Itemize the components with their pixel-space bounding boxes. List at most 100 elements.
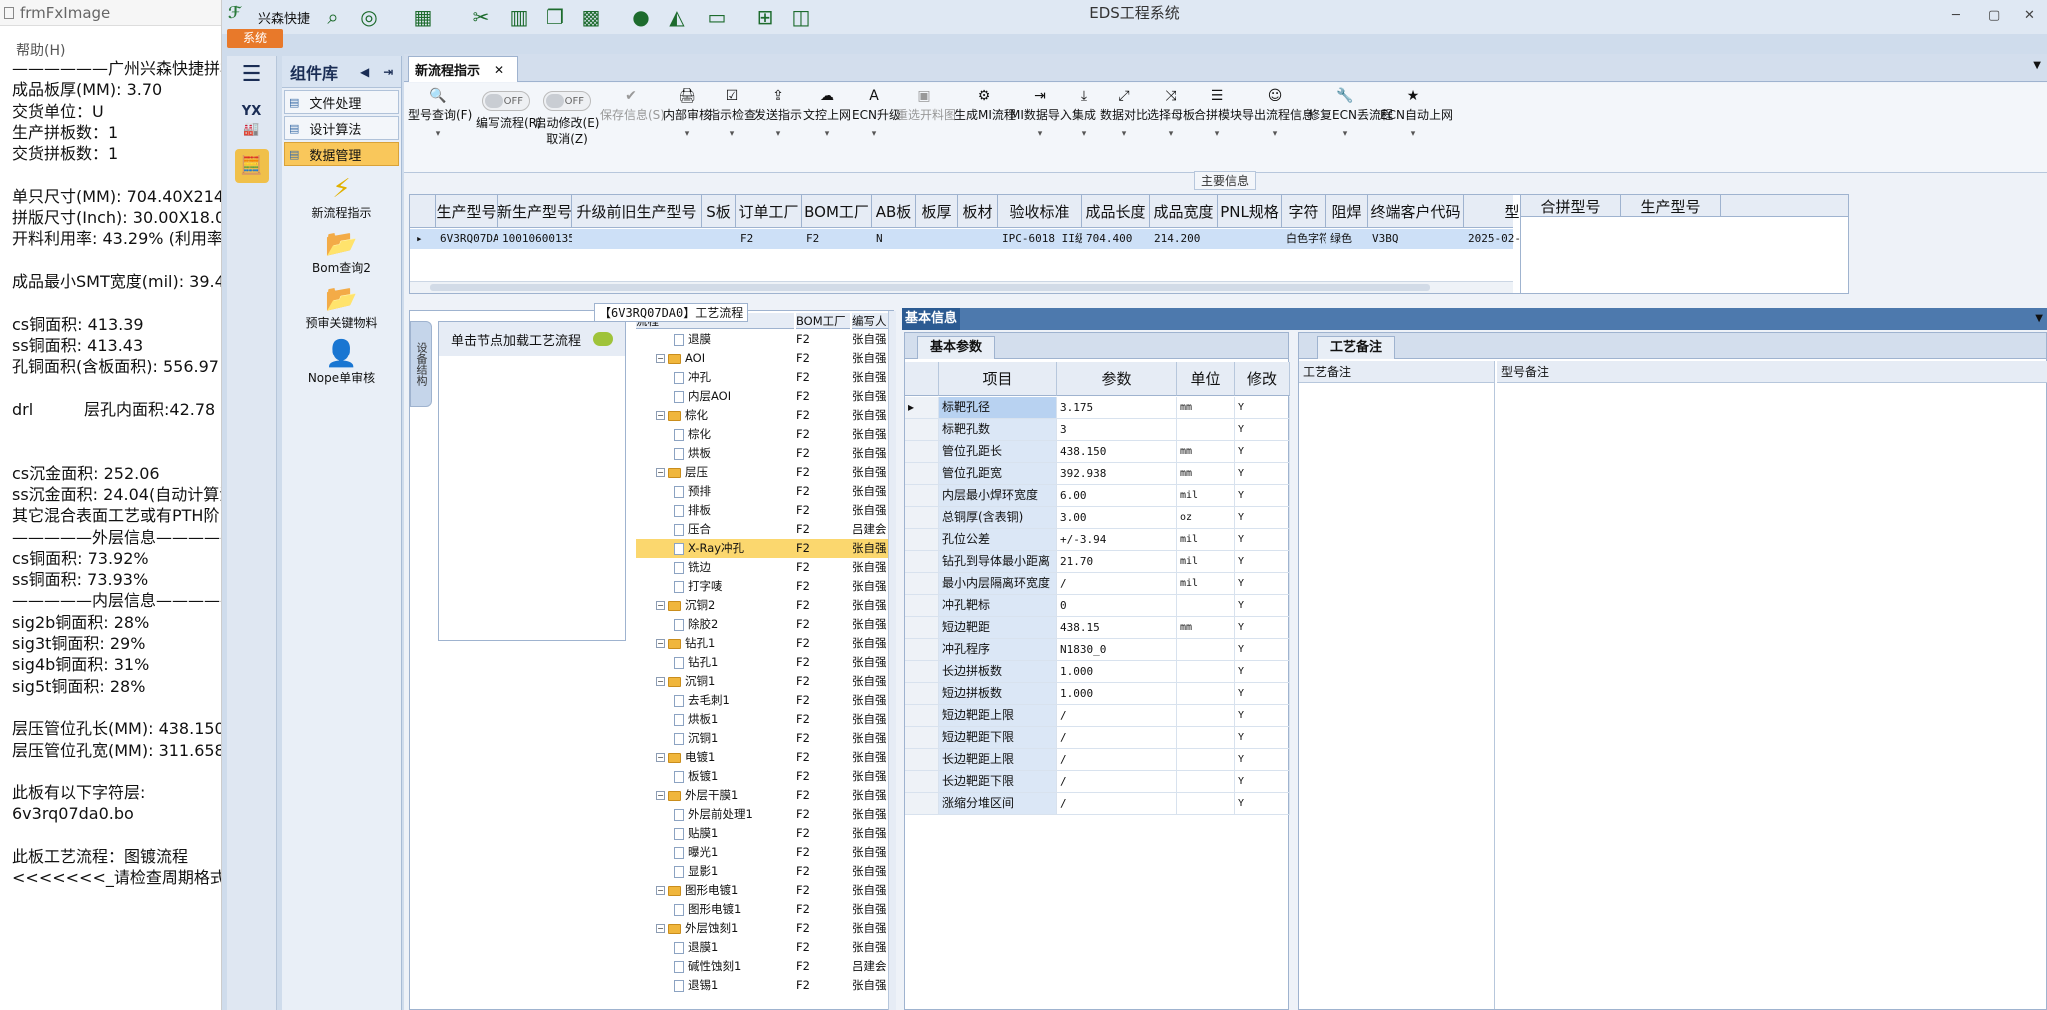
user-icon[interactable]: ● xyxy=(626,4,656,30)
collapse-icon[interactable]: − xyxy=(656,468,665,477)
collapse-icon[interactable]: − xyxy=(656,354,665,363)
column-header[interactable]: 合拼型号 xyxy=(1521,195,1621,217)
tree-node[interactable]: 退膜1 xyxy=(674,938,718,957)
param-row[interactable]: 最小内层隔离环宽度 / mil Y xyxy=(905,573,1290,595)
column-header[interactable]: 订单工厂 xyxy=(736,195,802,228)
table-cell[interactable]: 绿色 xyxy=(1326,229,1368,249)
table-cell[interactable]: F2 xyxy=(802,229,872,249)
tree-node[interactable]: − 钻孔1 xyxy=(656,634,715,653)
tree-node[interactable]: 排板 xyxy=(674,501,711,520)
param-value[interactable]: 21.70 xyxy=(1057,551,1177,572)
collapse-icon[interactable]: − xyxy=(656,639,665,648)
ribbon-button[interactable]: A ECN升级 ▾ xyxy=(852,87,901,139)
tree-row[interactable]: 棕化F2张自强方幸幸已审核 xyxy=(636,425,888,444)
collapse-icon[interactable]: − xyxy=(656,753,665,762)
tree-row[interactable]: −沉铜2F2张自强方幸幸已审核 xyxy=(636,596,888,615)
param-value[interactable]: / xyxy=(1057,793,1177,814)
tree-node[interactable]: − 图形电镀1 xyxy=(656,881,738,900)
tree-node[interactable]: 碱性蚀刻1 xyxy=(674,957,741,976)
pin-icon[interactable]: ⇥ xyxy=(383,65,393,79)
tree-row[interactable]: −棕化F2张自强方幸幸已审核 xyxy=(636,406,888,425)
column-header[interactable]: PNL规格 xyxy=(1218,195,1282,228)
param-value[interactable]: 438.15 xyxy=(1057,617,1177,638)
tree-row[interactable]: 曝光1F2张自强方幸幸已审核 xyxy=(636,843,888,862)
ribbon-button[interactable]: 🔍 型号查询(F) ▾ xyxy=(408,87,472,139)
column-header[interactable]: BOM工厂 xyxy=(796,313,850,329)
column-header[interactable]: 修改 xyxy=(1235,362,1290,396)
tree-row[interactable]: 碱性蚀刻1F2吕建会方幸幸已审核 xyxy=(636,957,888,976)
table-cell[interactable]: 704.400 xyxy=(1082,229,1150,249)
param-value[interactable]: / xyxy=(1057,749,1177,770)
param-value[interactable]: / xyxy=(1057,727,1177,748)
maximize-icon[interactable]: ▢ xyxy=(1988,8,2000,23)
table-icon[interactable]: ▦ xyxy=(408,4,438,30)
column-header[interactable]: 成品宽度 xyxy=(1150,195,1218,228)
tree-row[interactable]: 图形电镀1F2张自强方幸幸已审核 xyxy=(636,900,888,919)
monitor-icon[interactable]: ▭ xyxy=(702,4,732,30)
param-row[interactable]: ▸ 标靶孔径 3.175 mm Y xyxy=(905,397,1290,419)
component-tool[interactable]: 📂 预审关键物料 xyxy=(282,284,401,331)
ribbon-button[interactable]: ⚙ 生成MI流程 xyxy=(954,87,1016,123)
ribbon-button[interactable]: ☁ 文控上网 ▾ xyxy=(802,87,852,139)
ribbon-button[interactable]: ▣ 重选开料图 xyxy=(896,87,956,123)
column-header[interactable]: 成品长度 xyxy=(1082,195,1150,228)
param-row[interactable]: 长边靶距下限 / Y xyxy=(905,771,1290,793)
tree-row[interactable]: 打字唛F2张自强方幸幸已审核 xyxy=(636,577,888,596)
tree-node[interactable]: − AOI xyxy=(656,349,705,368)
table-cell[interactable]: IPC-6018 II级 xyxy=(998,229,1082,249)
table-cell[interactable]: 白色字符 xyxy=(1282,229,1326,249)
tree-row[interactable]: 钻孔1F2张自强方幸幸已审核 xyxy=(636,653,888,672)
close-icon[interactable]: ✕ xyxy=(2024,8,2035,23)
component-tool[interactable]: 📂 Bom查询2 xyxy=(282,229,401,276)
tree-node[interactable]: − 层压 xyxy=(656,463,708,482)
param-row[interactable]: 冲孔程序 N1830_0 Y xyxy=(905,639,1290,661)
tree-row[interactable]: −层压F2张自强方幸幸已审核 xyxy=(636,463,888,482)
tree-row[interactable]: −沉铜1F2张自强方幸幸已审核 xyxy=(636,672,888,691)
column-header[interactable]: 生产型号 xyxy=(1621,195,1721,217)
param-row[interactable]: 孔位公差 +/-3.94 mil Y xyxy=(905,529,1290,551)
param-row[interactable]: 短边靶距下限 / Y xyxy=(905,727,1290,749)
calculator-icon[interactable]: 🧮 xyxy=(234,149,269,183)
component-item[interactable]: ▤ 设计算法 xyxy=(284,116,399,140)
tree-node[interactable]: 内层AOI xyxy=(674,387,731,406)
tree-row[interactable]: −外层蚀刻1F2张自强方幸幸已审核 xyxy=(636,919,888,938)
param-row[interactable]: 内层最小焊环宽度 6.00 mil Y xyxy=(905,485,1290,507)
param-row[interactable]: 标靶孔数 3 Y xyxy=(905,419,1290,441)
tree-row[interactable]: X-Ray冲孔F2张自强方幸幸已审核 xyxy=(636,539,888,558)
tree-node[interactable]: 退锡1 xyxy=(674,976,718,995)
component-item[interactable]: ▤ 数据管理 xyxy=(284,142,399,166)
tree-row[interactable]: 板镀1F2张自强方幸幸已审核 xyxy=(636,767,888,786)
tree-node[interactable]: 图形电镀1 xyxy=(674,900,741,919)
param-row[interactable]: 短边拼板数 1.000 Y xyxy=(905,683,1290,705)
param-value[interactable]: 6.00 xyxy=(1057,485,1177,506)
help-ring-icon[interactable]: ◎ xyxy=(354,4,384,30)
help-menu[interactable]: 帮助(H) xyxy=(0,26,221,59)
collapse-icon[interactable]: − xyxy=(656,601,665,610)
tree-node[interactable]: 贴膜1 xyxy=(674,824,718,843)
table-cell[interactable]: 214.200 xyxy=(1150,229,1218,249)
tree-node[interactable]: 曝光1 xyxy=(674,843,718,862)
grid-icon[interactable]: ▩ xyxy=(576,4,606,30)
tree-node[interactable]: 钻孔1 xyxy=(674,653,718,672)
table-cell[interactable] xyxy=(572,229,702,249)
column-header[interactable]: 单位 xyxy=(1177,362,1235,396)
param-row[interactable]: 长边拼板数 1.000 Y xyxy=(905,661,1290,683)
tree-row[interactable]: 除胶2F2张自强方幸幸已审核 xyxy=(636,615,888,634)
tree-node[interactable]: 铣边 xyxy=(674,558,711,577)
tree-node[interactable]: − 沉铜1 xyxy=(656,672,715,691)
param-value[interactable]: 392.938 xyxy=(1057,463,1177,484)
column-header[interactable]: 终端客户代码 xyxy=(1368,195,1464,228)
side-tab-equipment[interactable]: 设备结构 xyxy=(410,321,432,407)
chevron-down-icon[interactable]: ▼ xyxy=(2035,313,2043,324)
vertical-scrollbar[interactable] xyxy=(888,311,896,1010)
param-value[interactable]: 3.175 xyxy=(1057,397,1177,418)
param-value[interactable]: 1.000 xyxy=(1057,661,1177,682)
column-header[interactable]: 新生产型号 xyxy=(497,195,572,228)
chevron-left-icon[interactable]: ◀ xyxy=(360,65,369,79)
column-header[interactable]: 编写人 xyxy=(852,313,888,329)
table-row[interactable]: ▸6V3RQ07DA010010600135726F2F2NIPC-6018 I… xyxy=(410,229,1594,249)
column-header[interactable]: 参数 xyxy=(1057,362,1177,396)
ribbon-button[interactable]: ☰ 合拼模块 ▾ xyxy=(1194,87,1242,139)
ribbon-button[interactable]: ⇥ MI数据导入 ▾ xyxy=(1010,87,1072,139)
tree-node[interactable]: 板镀1 xyxy=(674,767,718,786)
